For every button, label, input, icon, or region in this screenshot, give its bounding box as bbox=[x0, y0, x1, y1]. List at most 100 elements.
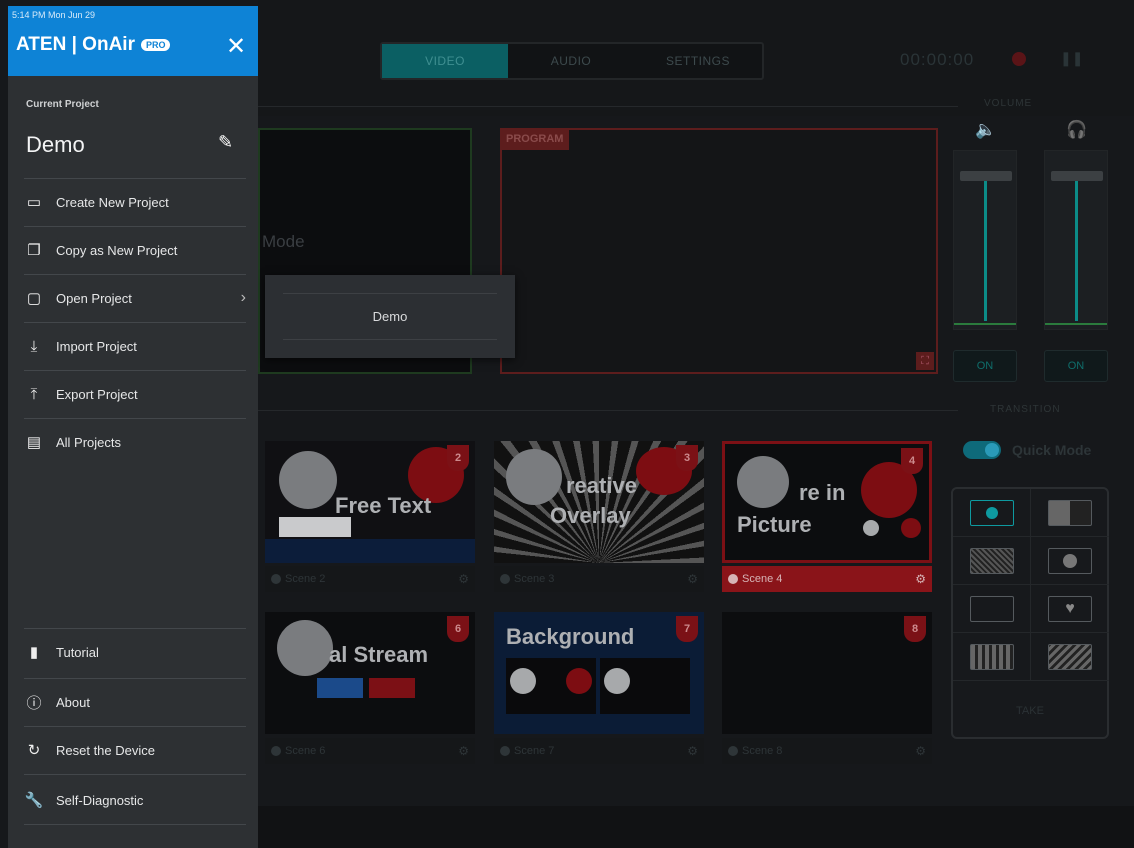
scene-3-bar[interactable]: Scene 3 ⚙ bbox=[494, 566, 704, 592]
sidebar-item-label: Create New Project bbox=[56, 194, 169, 210]
gear-icon[interactable]: ⚙ bbox=[458, 744, 469, 758]
sidebar-item-about[interactable]: ⓘ About bbox=[24, 678, 246, 726]
wrench-icon: 🔧 bbox=[24, 792, 44, 809]
divider bbox=[258, 410, 958, 411]
new-icon: ▭ bbox=[26, 194, 42, 211]
scene-number: 8 bbox=[904, 616, 926, 642]
tab-audio[interactable]: AUDIO bbox=[508, 44, 634, 78]
brand-text: ATEN | OnAir bbox=[16, 34, 135, 55]
fullscreen-icon[interactable]: ⛶ bbox=[916, 352, 934, 370]
scene-2-bar[interactable]: Scene 2 ⚙ bbox=[265, 566, 475, 592]
timecode: 00:00:00 bbox=[900, 50, 975, 69]
sidebar: 5:14 PM Mon Jun 29 ATEN | OnAir PRO ✕ Cur… bbox=[8, 6, 258, 848]
transition-dissolve[interactable] bbox=[953, 537, 1031, 585]
scene-title: reative bbox=[566, 473, 637, 498]
transition-blocks[interactable] bbox=[953, 633, 1031, 681]
transition-heart[interactable]: ♥ bbox=[1031, 585, 1109, 633]
current-project-name: Demo bbox=[26, 132, 85, 157]
scene-title-line2: Picture bbox=[737, 512, 812, 537]
speaker-on-button[interactable]: ON bbox=[953, 350, 1017, 382]
scene-7-bar[interactable]: Scene 7 ⚙ bbox=[494, 738, 704, 764]
sidebar-item-reset-the-device[interactable]: ↻ Reset the Device bbox=[24, 726, 246, 774]
transition-pattern[interactable] bbox=[1031, 633, 1109, 681]
transition-grid: ♥ TAKE bbox=[951, 487, 1109, 739]
record-button[interactable] bbox=[1012, 52, 1026, 66]
gear-icon[interactable]: ⚙ bbox=[687, 572, 698, 586]
scene-3-thumbnail[interactable]: reative Overlay 3 bbox=[494, 441, 704, 563]
scene-number: 7 bbox=[676, 616, 698, 642]
sidebar-item-tutorial[interactable]: ▮ Tutorial bbox=[24, 628, 246, 676]
gear-icon[interactable]: ⚙ bbox=[458, 572, 469, 586]
import-icon: ⤓ bbox=[30, 337, 38, 355]
divider bbox=[24, 824, 246, 825]
tab-video[interactable]: VIDEO bbox=[382, 44, 508, 78]
project-popup: Demo bbox=[265, 275, 515, 358]
scene-name: Scene 4 bbox=[742, 573, 783, 585]
program-monitor[interactable] bbox=[500, 128, 938, 374]
gear-icon[interactable]: ⚙ bbox=[687, 744, 698, 758]
sidebar-item-label: Reset the Device bbox=[56, 742, 155, 758]
scene-4-thumbnail[interactable]: re in Picture 4 bbox=[722, 441, 932, 563]
scene-name: Scene 6 bbox=[285, 745, 326, 757]
scene-8-thumbnail[interactable]: 8 bbox=[722, 612, 932, 734]
scene-4-bar[interactable]: Scene 4 ⚙ bbox=[722, 566, 932, 592]
scene-title: re in bbox=[799, 480, 846, 505]
gear-icon[interactable]: ⚙ bbox=[915, 572, 926, 586]
headphones-fader[interactable] bbox=[1044, 150, 1108, 330]
scene-6-thumbnail[interactable]: al Stream 6 bbox=[265, 612, 475, 734]
scene-name: Scene 2 bbox=[285, 573, 326, 585]
sidebar-item-self-diagnostic[interactable]: 🔧 Self-Diagnostic bbox=[24, 776, 246, 824]
popup-project-item[interactable]: Demo bbox=[265, 309, 515, 324]
scene-6-bar[interactable]: Scene 6 ⚙ bbox=[265, 738, 475, 764]
sidebar-item-label: Open Project bbox=[56, 290, 132, 306]
scene-2-thumbnail[interactable]: Free Text 2 bbox=[265, 441, 475, 563]
transition-fade[interactable] bbox=[1031, 537, 1109, 585]
sidebar-item-open-project[interactable]: ▢ Open Project › bbox=[24, 274, 246, 322]
sidebar-item-label: All Projects bbox=[56, 434, 122, 450]
quick-mode-toggle[interactable] bbox=[963, 441, 1001, 459]
scene-title: Free Text bbox=[335, 493, 432, 518]
gear-icon[interactable]: ⚙ bbox=[915, 744, 926, 758]
sidebar-item-label: Import Project bbox=[56, 338, 137, 354]
sidebar-item-copy-as-new-project[interactable]: ❐ Copy as New Project bbox=[24, 226, 246, 274]
headphones-icon: 🎧 bbox=[1066, 120, 1088, 139]
bottom-bar bbox=[258, 806, 1134, 848]
info-icon: ⓘ bbox=[26, 694, 42, 712]
scene-7-thumbnail[interactable]: Background 7 bbox=[494, 612, 704, 734]
folder-icon: ▢ bbox=[26, 290, 42, 307]
speaker-fader[interactable] bbox=[953, 150, 1017, 330]
sidebar-item-import-project[interactable]: ⤓ Import Project bbox=[24, 322, 246, 370]
sidebar-item-label: Export Project bbox=[56, 386, 138, 402]
sidebar-item-export-project[interactable]: ⤒ Export Project bbox=[24, 370, 246, 418]
app-root: VIDEO AUDIO SETTINGS 00:00:00 ❚❚ Mode PR… bbox=[0, 0, 1134, 848]
edit-pencil-icon[interactable]: ✎ bbox=[218, 132, 233, 153]
close-icon[interactable]: ✕ bbox=[226, 32, 246, 61]
pro-badge: PRO bbox=[140, 39, 171, 51]
status-time: 5:14 PM Mon Jun 29 bbox=[12, 10, 96, 20]
pause-icon[interactable]: ❚❚ bbox=[1060, 50, 1083, 67]
copy-icon: ❐ bbox=[27, 242, 41, 259]
scene-name: Scene 7 bbox=[514, 745, 555, 757]
book-icon: ▮ bbox=[29, 644, 39, 661]
tab-settings[interactable]: SETTINGS bbox=[634, 44, 762, 78]
sidebar-item-create-new-project[interactable]: ▭ Create New Project bbox=[24, 178, 246, 226]
sidebar-item-label: About bbox=[56, 694, 90, 710]
sidebar-item-label: Copy as New Project bbox=[56, 242, 178, 258]
transition-cut[interactable] bbox=[953, 489, 1031, 537]
quick-mode-label: Quick Mode bbox=[1012, 442, 1092, 458]
scene-name: Scene 8 bbox=[742, 745, 783, 757]
transition-blank[interactable] bbox=[953, 585, 1031, 633]
headphones-on-button[interactable]: ON bbox=[1044, 350, 1108, 382]
sidebar-item-label: Tutorial bbox=[56, 644, 99, 660]
reset-icon: ↻ bbox=[27, 742, 41, 759]
take-button[interactable]: TAKE bbox=[953, 705, 1107, 717]
volume-label: VOLUME bbox=[984, 98, 1033, 109]
sidebar-item-label: Self-Diagnostic bbox=[56, 792, 144, 808]
divider bbox=[258, 106, 958, 107]
scene-number: 6 bbox=[447, 616, 469, 642]
preview-mode-text: Mode bbox=[262, 232, 305, 251]
scene-title: Background bbox=[506, 624, 635, 649]
sidebar-item-all-projects[interactable]: ▤ All Projects bbox=[24, 418, 246, 466]
scene-8-bar[interactable]: Scene 8 ⚙ bbox=[722, 738, 932, 764]
transition-wipe[interactable] bbox=[1031, 489, 1109, 537]
